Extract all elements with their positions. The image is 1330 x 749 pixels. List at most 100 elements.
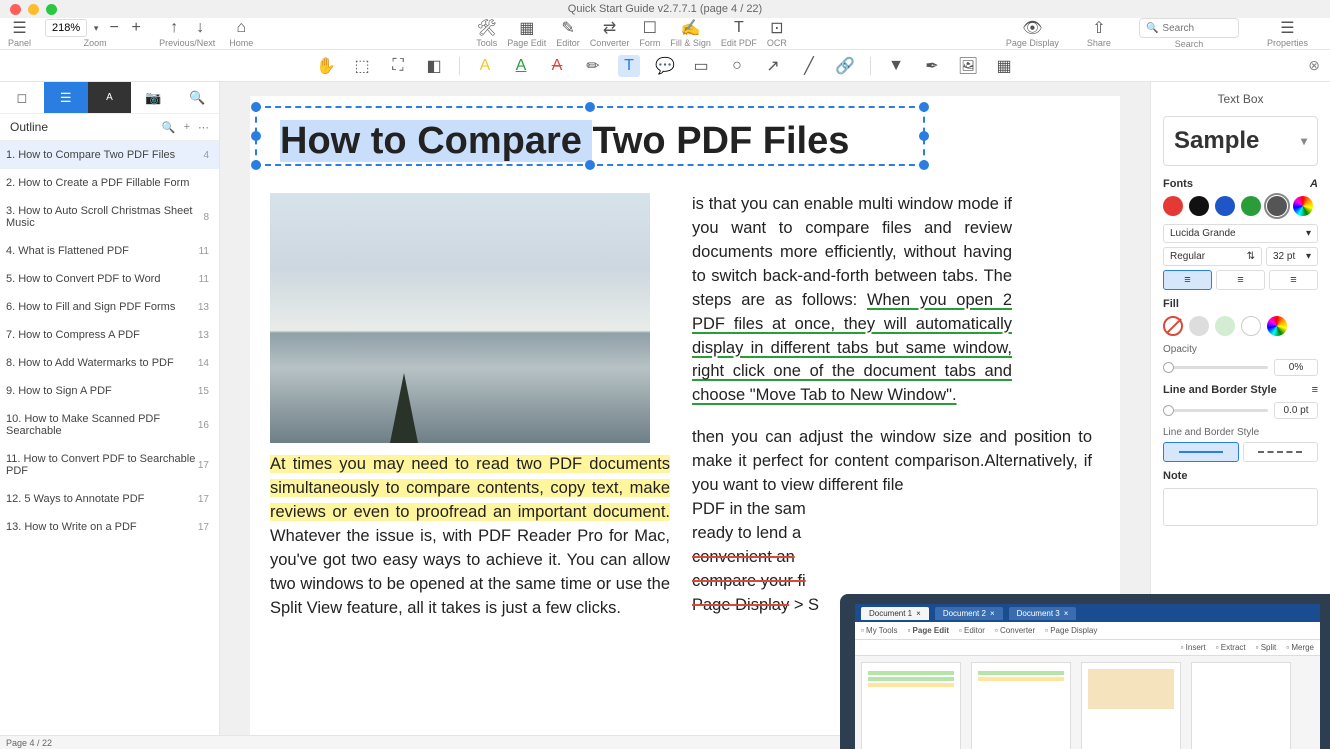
floating-window[interactable]: Document 1 ×Document 2 ×Document 3 × ▫ M… — [840, 594, 1330, 749]
outline-item[interactable]: 12. 5 Ways to Annotate PDF17 — [0, 485, 219, 513]
ocr-icon[interactable]: ⊡ — [768, 19, 786, 37]
tab-annotations[interactable]: A — [88, 82, 132, 113]
line-solid-button[interactable] — [1163, 442, 1239, 462]
color-swatch[interactable] — [1241, 196, 1261, 216]
float-tab[interactable]: Document 1 × — [861, 607, 929, 620]
outline-item[interactable]: 7. How to Compress A PDF13 — [0, 321, 219, 349]
outline-item[interactable]: 2. How to Create a PDF Fillable Form — [0, 169, 219, 197]
float-thumb[interactable] — [861, 662, 961, 749]
font-size-select[interactable]: 32 pt▾ — [1266, 247, 1318, 266]
color-swatch[interactable] — [1215, 316, 1235, 336]
float-toolbar2-item[interactable]: ▫ Insert — [1181, 643, 1206, 652]
color-swatch[interactable] — [1267, 316, 1287, 336]
opacity-value[interactable]: 0% — [1274, 359, 1318, 376]
circle-icon[interactable]: ○ — [726, 55, 748, 77]
arrow-icon[interactable]: ↗ — [762, 55, 784, 77]
float-tab[interactable]: Document 3 × — [1009, 607, 1077, 620]
outline-item[interactable]: 11. How to Convert PDF to Searchable PDF… — [0, 445, 219, 485]
line-options-icon[interactable]: ≡ — [1312, 384, 1318, 396]
outline-item[interactable]: 13. How to Write on a PDF17 — [0, 513, 219, 541]
prev-page-icon[interactable]: ↑ — [165, 19, 183, 37]
sample-preview[interactable]: Sample▾ — [1163, 116, 1318, 166]
home-icon[interactable]: ⌂ — [232, 19, 250, 37]
next-page-icon[interactable]: ↓ — [191, 19, 209, 37]
float-thumb[interactable] — [1191, 662, 1291, 749]
form-icon[interactable]: ☐ — [641, 19, 659, 37]
color-swatch[interactable] — [1189, 316, 1209, 336]
outline-item[interactable]: 8. How to Add Watermarks to PDF14 — [0, 349, 219, 377]
resize-handle[interactable] — [251, 102, 261, 112]
textbox-tool-icon[interactable]: T — [618, 55, 640, 77]
converter-icon[interactable]: ⇄ — [601, 19, 619, 37]
outline-item[interactable]: 5. How to Convert PDF to Word11 — [0, 265, 219, 293]
window-minimize[interactable] — [28, 4, 39, 15]
outline-item[interactable]: 10. How to Make Scanned PDF Searchable16 — [0, 405, 219, 445]
link-icon[interactable]: 🔗 — [834, 55, 856, 77]
outline-item[interactable]: 6. How to Fill and Sign PDF Forms13 — [0, 293, 219, 321]
resize-handle[interactable] — [251, 160, 261, 170]
outline-item[interactable]: 1. How to Compare Two PDF Files4 — [0, 141, 219, 169]
align-center-button[interactable]: ≡ — [1216, 270, 1265, 290]
rect-icon[interactable]: ▭ — [690, 55, 712, 77]
tab-snapshot[interactable]: 📷 — [131, 82, 175, 113]
float-toolbar-item[interactable]: ▫ Page Display — [1045, 626, 1097, 635]
outline-item[interactable]: 4. What is Flattened PDF11 — [0, 237, 219, 265]
opacity-slider[interactable] — [1163, 366, 1268, 369]
outline-item[interactable]: 3. How to Auto Scroll Christmas Sheet Mu… — [0, 197, 219, 237]
hand-icon[interactable]: ✋ — [315, 55, 337, 77]
cube-icon[interactable]: ⬚ — [351, 55, 373, 77]
body-text-left[interactable]: At times you may need to read two PDF do… — [270, 453, 670, 620]
resize-handle[interactable] — [919, 102, 929, 112]
share-icon[interactable]: ⇧ — [1090, 19, 1108, 37]
note-icon[interactable]: 💬 — [654, 55, 676, 77]
tab-outline[interactable]: ☰ — [44, 82, 88, 113]
zoom-in-icon[interactable]: + — [127, 19, 145, 37]
resize-handle[interactable] — [585, 102, 595, 112]
chevron-down-icon[interactable]: ▾ — [91, 19, 101, 37]
color-swatch[interactable] — [1215, 196, 1235, 216]
signature-icon[interactable]: ✒ — [921, 55, 943, 77]
pen-icon[interactable]: ✏ — [582, 55, 604, 77]
close-toolbar-icon[interactable]: ⊗ — [1308, 57, 1320, 74]
window-maximize[interactable] — [46, 4, 57, 15]
text-selection-box[interactable] — [255, 106, 925, 166]
editor-icon[interactable]: ✎ — [559, 19, 577, 37]
zoom-value[interactable]: 218% — [45, 19, 87, 37]
outline-more-icon[interactable]: ⋯ — [198, 121, 209, 134]
fill-sign-icon[interactable]: ✍ — [682, 19, 700, 37]
color-swatch[interactable] — [1163, 316, 1183, 336]
color-swatch[interactable] — [1293, 196, 1313, 216]
align-left-button[interactable]: ≡ — [1163, 270, 1212, 290]
float-toolbar-item[interactable]: ▫ Editor — [959, 626, 985, 635]
search-input[interactable]: 🔍 — [1139, 18, 1239, 38]
strikethrough-icon[interactable]: A — [546, 55, 568, 77]
color-swatch[interactable] — [1163, 196, 1183, 216]
underline-tool-icon[interactable]: A — [510, 55, 532, 77]
color-swatch[interactable] — [1241, 316, 1261, 336]
resize-handle[interactable] — [919, 131, 929, 141]
chevron-down-icon[interactable]: ▾ — [1301, 134, 1307, 148]
body-text-right2[interactable]: then you can adjust the window size and … — [692, 426, 1092, 617]
color-swatch[interactable] — [1189, 196, 1209, 216]
color-swatch[interactable] — [1267, 196, 1287, 216]
image-icon[interactable]: 🖼 — [957, 55, 979, 77]
page-display-icon[interactable]: 👁 — [1023, 19, 1041, 37]
line-width-value[interactable]: 0.0 pt — [1274, 402, 1318, 419]
outline-add-icon[interactable]: + — [184, 121, 190, 134]
resize-handle[interactable] — [585, 160, 595, 170]
note-textarea[interactable] — [1163, 488, 1318, 526]
float-toolbar2-item[interactable]: ▫ Split — [1256, 643, 1277, 652]
line-dashed-button[interactable] — [1243, 442, 1319, 462]
stamp-icon[interactable]: ▼ — [885, 55, 907, 77]
float-tab[interactable]: Document 2 × — [935, 607, 1003, 620]
tools-icon[interactable]: 🛠 — [478, 19, 496, 37]
highlight-icon[interactable]: A — [474, 55, 496, 77]
outline-search-icon[interactable]: 🔍 — [162, 121, 176, 134]
float-thumb[interactable] — [1081, 662, 1181, 749]
outline-item[interactable]: 9. How to Sign A PDF15 — [0, 377, 219, 405]
window-close[interactable] — [10, 4, 21, 15]
float-thumb[interactable] — [971, 662, 1071, 749]
align-right-button[interactable]: ≡ — [1269, 270, 1318, 290]
float-toolbar-item[interactable]: ▫ Page Edit — [907, 626, 949, 635]
search-field[interactable] — [1162, 23, 1232, 34]
